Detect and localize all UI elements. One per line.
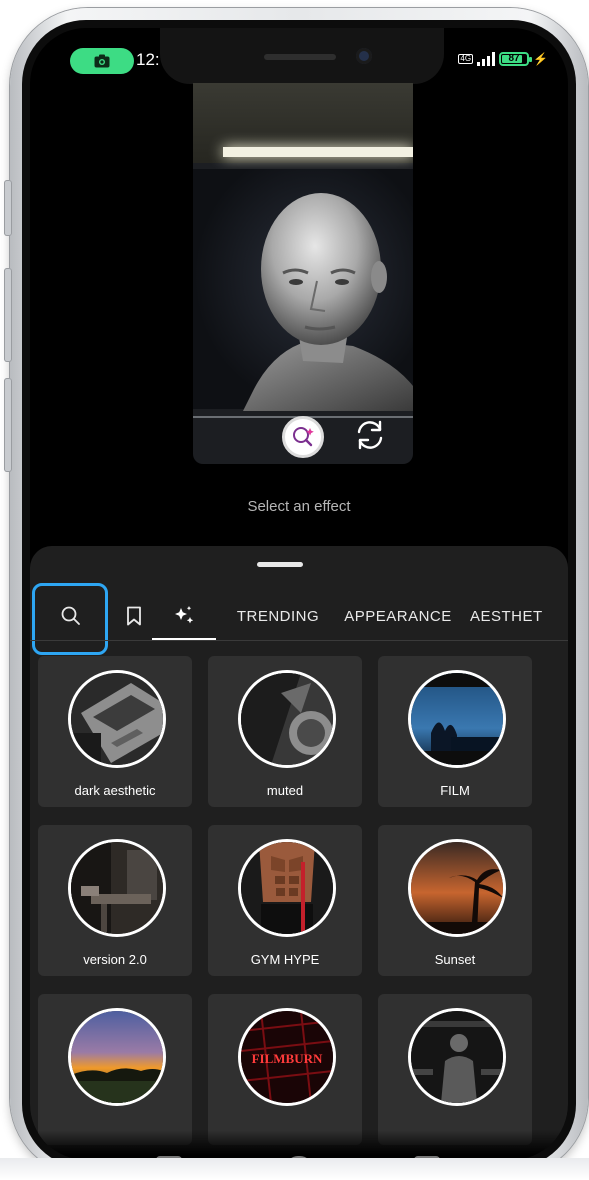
effect-card[interactable]: GYM HYPE	[208, 825, 362, 976]
volume-up-button	[4, 268, 12, 362]
signal-icon	[477, 52, 496, 66]
front-camera	[356, 48, 372, 64]
charging-icon: ⚡	[533, 52, 548, 66]
effects-sheet: TRENDING APPEARANCE AESTHET dark aesthet…	[30, 546, 568, 1160]
tab-trending[interactable]: TRENDING	[234, 592, 322, 640]
tab-aesthetic[interactable]: AESTHET	[470, 592, 568, 640]
effect-card[interactable]	[38, 994, 192, 1145]
tab-appearance[interactable]: APPEARANCE	[340, 592, 456, 640]
effect-card[interactable]: Sunset	[378, 825, 532, 976]
status-time: 12:	[136, 50, 160, 69]
effect-thumbnail-laptop	[68, 670, 166, 768]
effect-card[interactable]	[378, 994, 532, 1145]
mannequin-head-image	[243, 193, 413, 411]
camera-icon	[94, 54, 110, 68]
tabs-divider	[30, 640, 568, 641]
effect-thumbnail-film	[408, 670, 506, 768]
battery-level: 87	[508, 53, 520, 64]
sparkles-icon	[175, 606, 194, 624]
effect-thumbnail-muted	[238, 670, 336, 768]
effect-search-icon	[293, 427, 314, 447]
bookmark-icon	[127, 606, 141, 626]
effect-thumbnail-gym-mirror	[408, 1008, 506, 1106]
effect-card[interactable]: version 2.0	[38, 825, 192, 976]
effect-label: GYM HYPE	[250, 952, 320, 967]
camera-preview[interactable]	[193, 83, 413, 464]
effect-thumbnail-filmburn: FILMBURN	[238, 1008, 336, 1106]
effects-tab-bar: TRENDING APPEARANCE AESTHET	[30, 583, 568, 655]
search-tab-highlight	[32, 583, 108, 655]
effect-label: dark aesthetic	[74, 783, 156, 798]
effect-label: muted	[266, 783, 304, 798]
sheet-drag-handle[interactable]	[257, 562, 303, 567]
ceiling-light	[223, 147, 413, 157]
screen: 12: 4G 87 ⚡ Select an effect TRENDING AP…	[30, 28, 568, 1160]
effect-card[interactable]: FILM	[378, 656, 532, 807]
effect-thumbnail-gym	[238, 839, 336, 937]
phone-bezel: 12: 4G 87 ⚡ Select an effect TRENDING AP…	[22, 20, 576, 1168]
selected-tab-indicator	[152, 638, 216, 640]
effect-thumbnail-room	[68, 839, 166, 937]
effect-card[interactable]: FILMBURN	[208, 994, 362, 1145]
camera-flip-icon[interactable]	[353, 418, 387, 452]
tab-search[interactable]	[32, 583, 108, 655]
effect-label: Sunset	[434, 952, 476, 967]
effect-search-button[interactable]	[282, 416, 324, 458]
page-bottom-fade	[0, 1158, 589, 1180]
tab-featured[interactable]	[160, 592, 208, 640]
screen-record-indicator[interactable]	[70, 48, 134, 74]
effect-thumbnail-dusk	[68, 1008, 166, 1106]
side-button	[4, 180, 12, 236]
volume-down-button	[4, 378, 12, 472]
effect-card[interactable]: dark aesthetic	[38, 656, 192, 807]
earpiece-speaker	[264, 54, 336, 60]
filmburn-text: FILMBURN	[252, 1051, 323, 1066]
effect-card[interactable]: muted	[208, 656, 362, 807]
network-badge: 4G	[458, 54, 474, 64]
effect-thumbnail-sunset	[408, 839, 506, 937]
tab-saved[interactable]	[112, 592, 156, 640]
effect-label: FILM	[440, 783, 470, 798]
status-icons: 4G 87 ⚡	[458, 50, 548, 68]
notch	[160, 28, 444, 84]
system-nav-bar	[30, 1130, 568, 1160]
select-effect-hint: Select an effect	[247, 498, 351, 515]
effect-label: version 2.0	[83, 952, 147, 967]
battery-icon: 87	[499, 52, 533, 66]
